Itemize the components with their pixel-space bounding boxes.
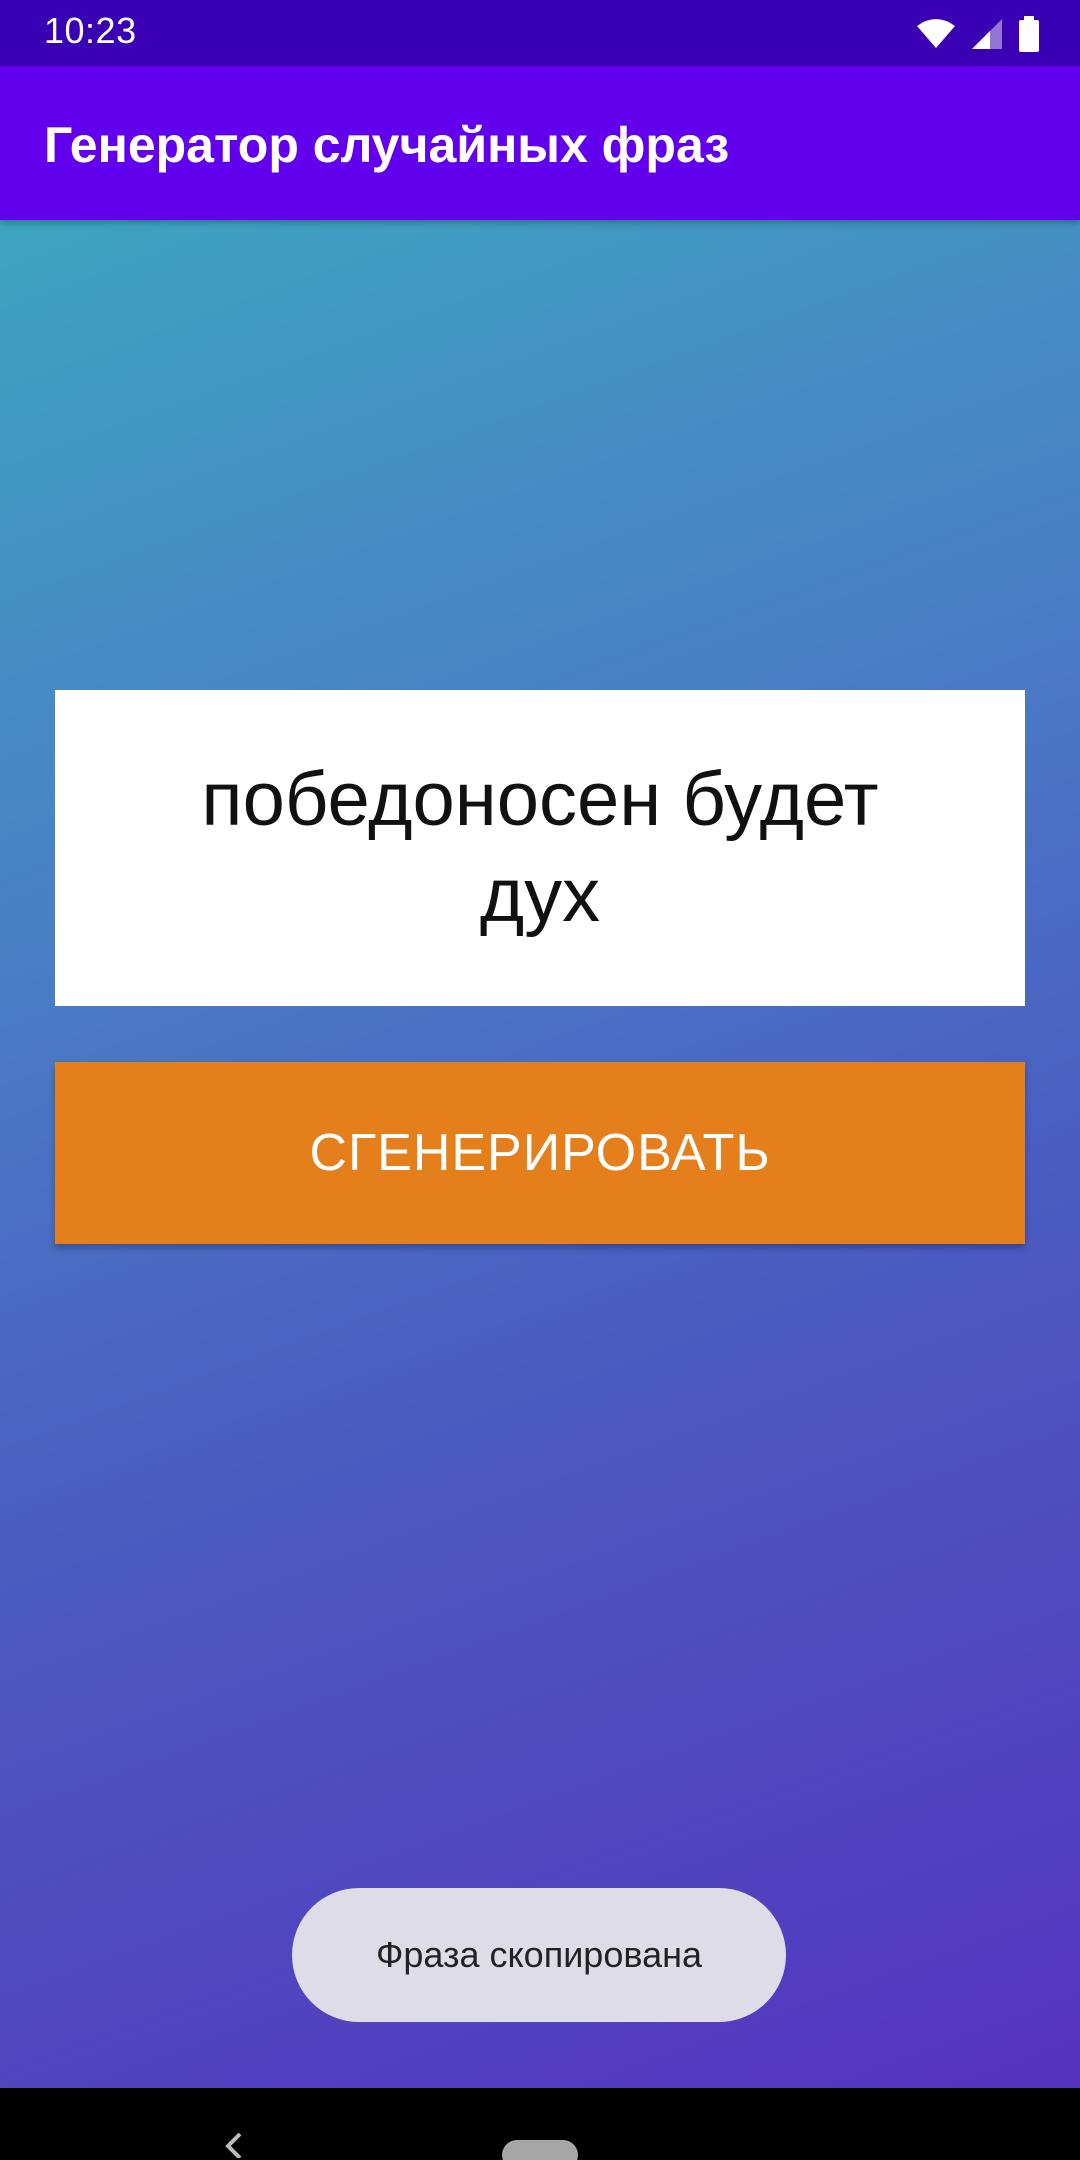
- cell-signal-icon: [970, 17, 1004, 51]
- toast: Фраза скопирована: [292, 1888, 786, 2022]
- back-icon[interactable]: [222, 2132, 248, 2160]
- toast-message: Фраза скопирована: [375, 1934, 702, 1975]
- home-pill-icon[interactable]: [502, 2140, 578, 2160]
- phrase-card[interactable]: победоносен будет дух: [55, 690, 1025, 1006]
- status-icons: [916, 16, 1040, 52]
- app-screen: 10:23 Генератор случайных фраз победонос…: [0, 0, 1080, 2160]
- phrase-text: победоносен будет дух: [201, 757, 879, 938]
- wifi-icon: [916, 18, 956, 50]
- navigation-bar: [0, 2088, 1080, 2160]
- battery-icon: [1018, 16, 1040, 52]
- status-time: 10:23: [44, 10, 137, 51]
- app-bar: Генератор случайных фраз: [0, 66, 1080, 220]
- generate-button[interactable]: СГЕНЕРИРОВАТЬ: [55, 1062, 1025, 1244]
- app-title: Генератор случайных фраз: [44, 117, 730, 173]
- status-bar: 10:23: [0, 0, 1080, 66]
